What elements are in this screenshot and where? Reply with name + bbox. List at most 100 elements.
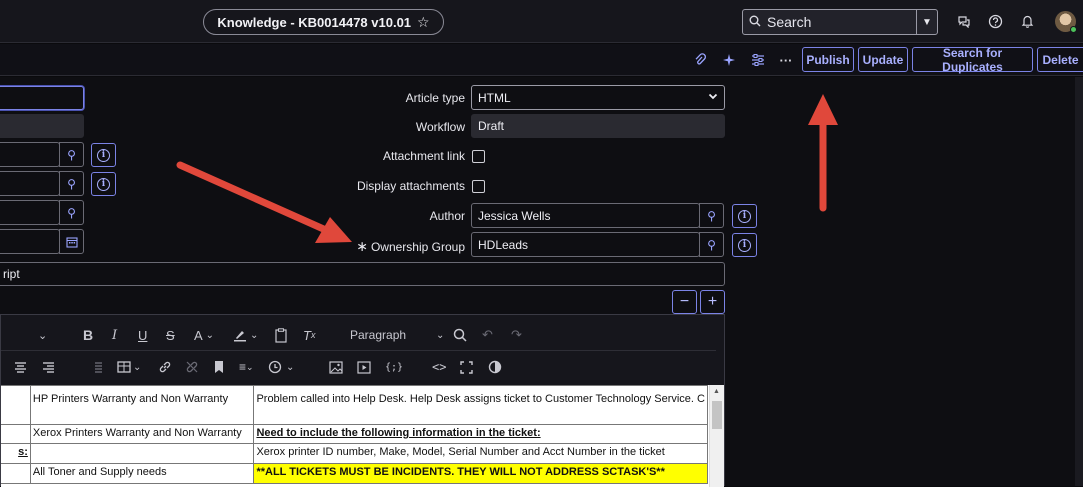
left-field-2 — [0, 114, 84, 138]
author-lookup-search-icon[interactable]: ⚲ — [699, 203, 724, 228]
display-attachments-checkbox[interactable] — [472, 180, 485, 193]
align-center-icon[interactable] — [14, 357, 27, 377]
notifications-bell-icon[interactable] — [1018, 12, 1036, 30]
contrast-icon[interactable] — [488, 357, 502, 377]
search-scope-dropdown-icon[interactable]: ▼ — [916, 10, 937, 34]
lookup-search-icon[interactable]: ⚲ — [59, 142, 84, 167]
paste-icon[interactable] — [274, 325, 288, 345]
left-reference-field-1[interactable] — [0, 142, 60, 167]
lookup-search-icon[interactable]: ⚲ — [59, 171, 84, 196]
code-sample-icon[interactable]: {;} — [385, 357, 403, 377]
undo-icon[interactable]: ↶ — [482, 325, 493, 345]
editor-content[interactable]: HP Printers Warranty and Non Warranty Pr… — [1, 385, 709, 487]
source-code-icon[interactable]: <> — [432, 357, 446, 377]
global-search[interactable]: Search ▼ — [742, 9, 938, 35]
article-type-select[interactable]: HTML — [471, 85, 725, 110]
clock-datetime-icon[interactable]: ⌄ — [268, 357, 294, 377]
ownership-group-info-icon[interactable]: i — [732, 233, 757, 257]
settings-sliders-icon[interactable] — [750, 52, 766, 68]
info-icon[interactable]: i — [91, 143, 116, 167]
table-icon[interactable]: ⌄ — [117, 357, 141, 377]
article-text-editor: ⌄ B I U S A ⌄ ⌄ Tx Paragraph ⌄ ↶ ↷ ⌄ ≡ ⌄ ⌄ — [0, 314, 725, 487]
record-title-pill[interactable]: Knowledge - KB0014478 v10.01 ☆ — [203, 9, 444, 35]
help-icon[interactable] — [986, 12, 1004, 30]
attachment-link-checkbox[interactable] — [472, 150, 485, 163]
chat-icon[interactable] — [955, 12, 973, 30]
align-right-icon[interactable] — [42, 357, 55, 377]
bookmark-anchor-icon[interactable] — [214, 357, 224, 377]
underline-icon[interactable]: U — [138, 325, 147, 345]
insert-video-icon[interactable] — [357, 357, 371, 377]
clear-formatting-icon[interactable]: Tx — [303, 325, 315, 345]
italic-icon[interactable]: I — [112, 325, 117, 345]
link-icon[interactable] — [158, 357, 172, 377]
find-replace-search-icon[interactable] — [453, 325, 467, 345]
lookup-search-icon[interactable]: ⚲ — [59, 200, 84, 225]
outdent-icon[interactable] — [90, 357, 103, 377]
online-status-dot — [1070, 26, 1077, 33]
fullscreen-icon[interactable] — [460, 357, 473, 377]
page-scrollbar[interactable] — [1075, 77, 1083, 486]
favorite-star-icon[interactable]: ☆ — [417, 14, 430, 31]
table-row: Xerox Printers Warranty and Non Warranty… — [1, 424, 708, 444]
toolbar-separator — [1, 350, 716, 351]
article-type-value: HTML — [478, 90, 511, 105]
expand-plus-button[interactable]: + — [700, 290, 725, 314]
required-asterisk: ∗ — [356, 238, 368, 254]
search-duplicates-button[interactable]: Search for Duplicates — [912, 46, 1033, 74]
ownership-group-label: ∗ Ownership Group — [265, 238, 465, 255]
info-icon[interactable]: i — [91, 172, 116, 196]
redo-icon[interactable]: ↷ — [511, 325, 522, 345]
table-cell: Xerox Printers Warranty and Non Warranty — [29, 424, 255, 444]
update-button[interactable]: Update — [858, 47, 908, 72]
table-cell: Xerox printer ID number, Make, Model, Se… — [253, 443, 708, 464]
publish-button[interactable]: Publish — [802, 47, 854, 72]
sparkle-icon[interactable] — [721, 52, 737, 68]
article-type-label: Article type — [405, 91, 465, 105]
unlink-icon[interactable] — [185, 357, 199, 377]
bold-icon[interactable]: B — [83, 325, 93, 345]
paperclip-icon[interactable] — [692, 52, 708, 68]
scroll-up-arrow-icon[interactable]: ▲ — [713, 388, 720, 395]
left-reference-field-2[interactable] — [0, 171, 60, 196]
paragraph-format-dropdown[interactable]: Paragraph ⌄ — [350, 325, 444, 345]
author-info-icon[interactable]: i — [732, 204, 757, 228]
display-attachments-label: Display attachments — [356, 179, 465, 193]
paragraph-format-value: Paragraph — [350, 328, 407, 342]
highlight-color-icon[interactable]: ⌄ — [233, 325, 258, 345]
table-cell: All Toner and Supply needs — [29, 463, 255, 484]
table-cell — [29, 443, 255, 464]
text-color-icon[interactable]: A ⌄ — [194, 325, 214, 345]
workflow-label: Workflow — [415, 120, 465, 134]
short-description-value: ript — [3, 267, 20, 281]
table-cell: Problem called into Help Desk. Help Desk… — [253, 385, 708, 425]
ownership-group-lookup-search-icon[interactable]: ⚲ — [699, 232, 724, 257]
calendar-icon[interactable] — [59, 229, 84, 254]
ownership-group-field[interactable]: HDLeads — [471, 232, 700, 257]
left-field-1[interactable] — [0, 86, 84, 110]
table-cell: HP Printers Warranty and Non Warranty — [29, 385, 255, 425]
table-cell — [1, 385, 31, 425]
editor-scrollbar[interactable]: ▲ — [709, 385, 724, 487]
left-date-field[interactable] — [0, 229, 60, 254]
table-row: All Toner and Supply needs **ALL TICKETS… — [1, 463, 708, 484]
delete-button[interactable]: Delete — [1037, 47, 1083, 72]
search-icon — [743, 15, 767, 30]
insert-list-icon[interactable]: ≡ ⌄ — [239, 357, 254, 377]
content-table: HP Printers Warranty and Non Warranty Pr… — [1, 385, 708, 484]
user-avatar[interactable] — [1055, 11, 1077, 33]
author-field[interactable]: Jessica Wells — [471, 203, 700, 228]
left-reference-field-3[interactable] — [0, 200, 60, 225]
table-cell: s: — [1, 443, 31, 464]
strikethrough-icon[interactable]: S — [166, 325, 175, 345]
short-description-field[interactable]: ript — [0, 262, 725, 286]
attachment-link-label: Attachment link — [382, 149, 465, 163]
insert-image-icon[interactable] — [329, 357, 343, 377]
table-cell — [1, 463, 31, 484]
more-options-icon[interactable]: ··· — [778, 52, 794, 68]
scrollbar-thumb[interactable] — [712, 401, 722, 429]
font-size-dropdown-chevron-icon[interactable]: ⌄ — [38, 325, 47, 345]
collapse-minus-button[interactable]: − — [672, 290, 697, 314]
ownership-group-label-text: Ownership Group — [370, 240, 465, 254]
table-cell: **ALL TICKETS MUST BE INCIDENTS. THEY WI… — [253, 463, 708, 484]
